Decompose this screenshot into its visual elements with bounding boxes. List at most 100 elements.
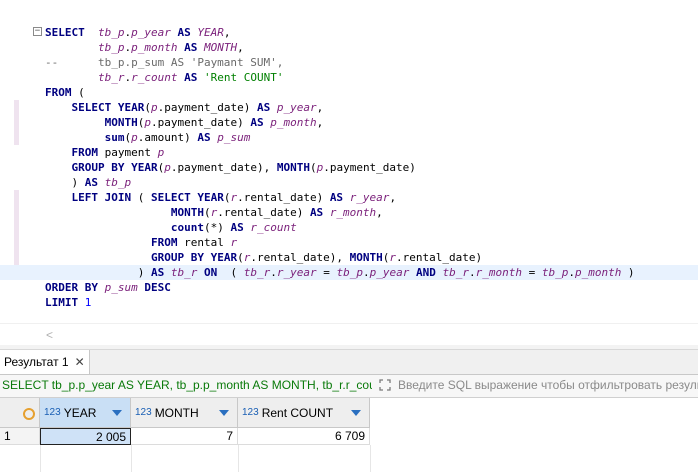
code-token: ORDER BY bbox=[45, 281, 105, 294]
table-cell-month[interactable]: 7 bbox=[131, 428, 238, 445]
sort-icon[interactable] bbox=[219, 409, 229, 416]
code-token: tb_p bbox=[97, 41, 125, 54]
code-line[interactable]: ) AS tb_p bbox=[45, 175, 698, 190]
code-token: sum bbox=[104, 131, 125, 144]
horizontal-scrollbar[interactable]: < bbox=[0, 323, 698, 346]
code-token: p_sum bbox=[104, 281, 138, 294]
code-token: rental bbox=[184, 236, 231, 249]
code-token: MONTH bbox=[170, 206, 204, 219]
row-header-corner[interactable] bbox=[0, 398, 40, 428]
code-token: p_month bbox=[574, 266, 622, 279]
code-token: ) bbox=[45, 266, 151, 279]
code-token: r_month bbox=[329, 206, 377, 219]
numeric-type-icon: 123 bbox=[135, 407, 152, 418]
sort-icon[interactable] bbox=[112, 409, 122, 416]
code-token: AS bbox=[170, 26, 198, 39]
code-token: , bbox=[237, 41, 244, 54]
code-token: AS bbox=[150, 266, 171, 279]
code-token: tb_p bbox=[541, 266, 569, 279]
code-token: , bbox=[223, 26, 231, 39]
code-token: 'Rent COUNT' bbox=[203, 71, 284, 84]
expand-filter-icon[interactable] bbox=[378, 378, 392, 392]
column-header-month[interactable]: 123 MONTH bbox=[131, 398, 238, 428]
code-token: MONTH bbox=[276, 161, 310, 174]
code-token: SELECT bbox=[150, 191, 198, 204]
tab-result-1[interactable]: Результат 1 ✕ bbox=[0, 350, 90, 374]
code-line[interactable]: ORDER BY p_sum DESC bbox=[45, 280, 698, 295]
code-token: p bbox=[150, 101, 158, 114]
code-token: ( bbox=[237, 251, 244, 264]
table-cell-year[interactable]: 2 005 bbox=[40, 428, 131, 445]
numeric-type-icon: 123 bbox=[242, 407, 259, 418]
code-line[interactable]: sum(p.amount) AS p_sum bbox=[45, 130, 698, 145]
code-token: .rental_date) bbox=[217, 206, 310, 219]
code-line[interactable]: SELECT tb_p.p_year AS YEAR, bbox=[45, 25, 698, 40]
code-line[interactable]: tb_r.r_count AS 'Rent COUNT' bbox=[45, 70, 698, 85]
code-token: p_month bbox=[270, 116, 317, 129]
code-token: p_month bbox=[131, 41, 178, 54]
code-token: .amount) bbox=[137, 131, 198, 144]
code-line[interactable]: count(*) AS r_count bbox=[45, 220, 698, 235]
code-line[interactable]: ) AS tb_r ON ( tb_r.r_year = tb_p.p_year… bbox=[0, 265, 698, 280]
code-token: AS bbox=[177, 41, 204, 54]
code-token: ) bbox=[45, 176, 85, 189]
code-token: r_count bbox=[131, 71, 178, 84]
code-token: AS bbox=[329, 191, 350, 204]
close-icon[interactable]: ✕ bbox=[75, 355, 85, 369]
code-token: FROM bbox=[45, 86, 72, 99]
code-token: payment bbox=[104, 146, 158, 159]
code-token: r_year bbox=[276, 266, 317, 279]
code-token: r_count bbox=[250, 221, 297, 234]
code-token: tb_p bbox=[104, 176, 132, 189]
row-selector-icon bbox=[23, 408, 35, 420]
code-token: -- tb_p.p_sum AS 'Paymant SUM', bbox=[45, 56, 284, 69]
grid-line bbox=[370, 445, 371, 472]
code-line[interactable]: SELECT YEAR(p.payment_date) AS p_year, bbox=[45, 100, 698, 115]
code-token: p bbox=[164, 161, 171, 174]
code-token: ON bbox=[197, 266, 224, 279]
sql-code[interactable]: SELECT tb_p.p_year AS YEAR, tb_p.p_month… bbox=[0, 25, 698, 310]
code-token: p bbox=[157, 146, 165, 159]
code-token: ( bbox=[223, 266, 244, 279]
code-line[interactable]: FROM payment p bbox=[45, 145, 698, 160]
code-line[interactable]: GROUP BY YEAR(p.payment_date), MONTH(p.p… bbox=[45, 160, 698, 175]
code-token: , bbox=[316, 101, 324, 114]
row-number[interactable]: 1 bbox=[0, 428, 40, 445]
code-token: AS bbox=[197, 131, 218, 144]
code-line[interactable]: -- tb_p.p_sum AS 'Paymant SUM', bbox=[45, 55, 698, 70]
code-token: .rental_date) bbox=[396, 251, 483, 264]
code-token: FROM bbox=[71, 146, 105, 159]
code-token: ( bbox=[203, 206, 211, 219]
table-cell-rent-count[interactable]: 6 709 bbox=[238, 428, 370, 445]
code-line[interactable]: MONTH(r.rental_date) AS r_month, bbox=[45, 205, 698, 220]
tab-label: Результат 1 bbox=[4, 355, 69, 369]
code-line[interactable]: MONTH(p.payment_date) AS p_month, bbox=[45, 115, 698, 130]
code-line[interactable]: FROM ( bbox=[45, 85, 698, 100]
code-token: p_year bbox=[369, 266, 410, 279]
code-token: p_year bbox=[276, 101, 317, 114]
results-grid[interactable]: 123 YEAR 123 MONTH 123 Rent COUNT 1 2 00… bbox=[0, 398, 698, 472]
code-token: p_sum bbox=[217, 131, 251, 144]
code-line[interactable]: LIMIT 1 bbox=[45, 295, 698, 310]
sort-icon[interactable] bbox=[351, 409, 361, 416]
sql-editor[interactable]: − SELECT tb_p.p_year AS YEAR, tb_p.p_mon… bbox=[0, 0, 698, 346]
results-panel: Результат 1 ✕ SELECT tb_p.p_year AS YEAR… bbox=[0, 350, 698, 472]
code-line[interactable]: GROUP BY YEAR(r.rental_date), MONTH(r.re… bbox=[45, 250, 698, 265]
code-token: AS bbox=[250, 116, 271, 129]
fold-icon[interactable]: − bbox=[33, 27, 42, 36]
code-token: SELECT bbox=[71, 101, 118, 114]
code-token: . bbox=[362, 266, 370, 279]
code-line[interactable]: LEFT JOIN ( SELECT YEAR(r.rental_date) A… bbox=[45, 190, 698, 205]
scroll-left-icon[interactable]: < bbox=[46, 328, 53, 342]
code-line[interactable]: FROM rental r bbox=[45, 235, 698, 250]
code-line[interactable]: tb_p.p_month AS MONTH, bbox=[45, 40, 698, 55]
column-header-rent-count[interactable]: 123 Rent COUNT bbox=[238, 398, 370, 428]
filter-input[interactable]: Введите SQL выражение чтобы отфильтроват… bbox=[398, 378, 698, 392]
code-token: ) bbox=[621, 266, 635, 279]
column-header-year[interactable]: 123 YEAR bbox=[40, 398, 131, 428]
